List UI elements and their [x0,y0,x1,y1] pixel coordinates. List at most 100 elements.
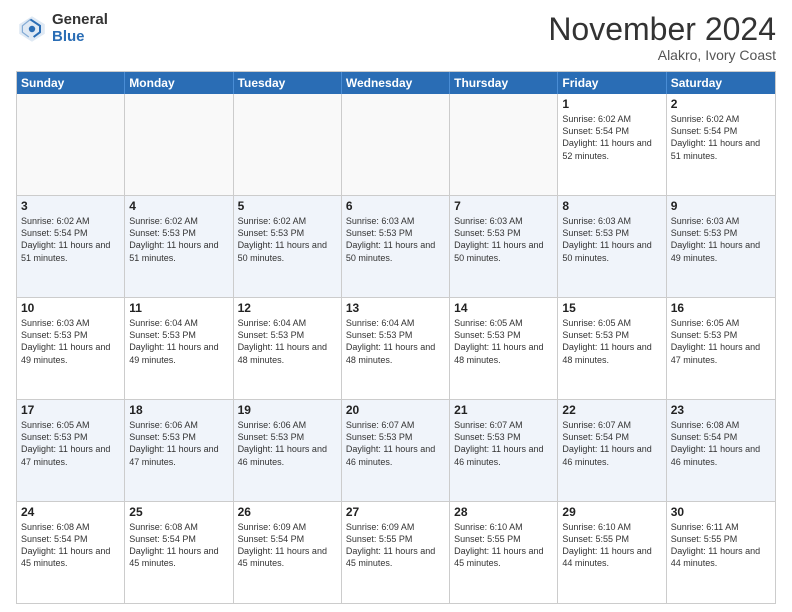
day-number: 7 [454,199,553,213]
cell-info: Sunrise: 6:05 AMSunset: 5:53 PMDaylight:… [454,317,553,366]
empty-cell [342,94,450,195]
day-cell-5: 5Sunrise: 6:02 AMSunset: 5:53 PMDaylight… [234,196,342,297]
cell-info: Sunrise: 6:02 AMSunset: 5:53 PMDaylight:… [238,215,337,264]
day-number: 2 [671,97,771,111]
day-cell-10: 10 Sunrise: 6:03 AMSunset: 5:53 PMDayligh… [17,298,125,399]
calendar: SundayMondayTuesdayWednesdayThursdayFrid… [16,71,776,604]
day-cell-30: 30Sunrise: 6:11 AMSunset: 5:55 PMDayligh… [667,502,775,603]
day-cell-3: 3Sunrise: 6:02 AMSunset: 5:54 PMDaylight… [17,196,125,297]
day-number: 29 [562,505,661,519]
cell-info: Sunrise: 6:10 AMSunset: 5:55 PMDaylight:… [454,521,553,570]
day-number: 4 [129,199,228,213]
cell-info: Sunrise: 6:07 AMSunset: 5:54 PMDaylight:… [562,419,661,468]
day-cell-26: 26 Sunrise: 6:09 AMSunset: 5:54 PMDayligh… [234,502,342,603]
day-cell-24: 24Sunrise: 6:08 AMSunset: 5:54 PMDayligh… [17,502,125,603]
day-number: 1 [562,97,661,111]
header: General Blue November 2024 Alakro, Ivory… [16,12,776,63]
logo-general: General [52,11,108,28]
cell-info: Sunrise: 6:08 AMSunset: 5:54 PMDaylight:… [671,419,771,468]
day-number: 10 [21,301,120,315]
header-day-tuesday: Tuesday [234,72,342,94]
day-cell-4: 4 Sunrise: 6:02 AMSunset: 5:53 PMDaylight… [125,196,233,297]
day-cell-22: 22 Sunrise: 6:07 AMSunset: 5:54 PMDayligh… [558,400,666,501]
day-cell-1: 1Sunrise: 6:02 AMSunset: 5:54 PMDaylight… [558,94,666,195]
logo: General Blue [16,12,108,45]
day-number: 23 [671,403,771,417]
calendar-week-1: 1 Sunrise: 6:02 AMSunset: 5:54 PMDaylight… [17,94,775,195]
day-cell-27: 27 Sunrise: 6:09 AMSunset: 5:55 PMDayligh… [342,502,450,603]
day-cell-11: 11 Sunrise: 6:04 AMSunset: 5:53 PMDayligh… [125,298,233,399]
day-cell-25: 25Sunrise: 6:08 AMSunset: 5:54 PMDayligh… [125,502,233,603]
calendar-week-4: 17Sunrise: 6:05 AMSunset: 5:53 PMDayligh… [17,399,775,501]
day-cell-2: 2 Sunrise: 6:02 AMSunset: 5:54 PMDaylight… [667,94,775,195]
day-cell-14: 14 Sunrise: 6:05 AMSunset: 5:53 PMDayligh… [450,298,558,399]
location: Alakro, Ivory Coast [548,47,776,63]
header-day-monday: Monday [125,72,233,94]
cell-info: Sunrise: 6:04 AMSunset: 5:53 PMDaylight:… [238,317,337,366]
day-cell-17: 17Sunrise: 6:05 AMSunset: 5:53 PMDayligh… [17,400,125,501]
cell-info: Sunrise: 6:08 AMSunset: 5:54 PMDaylight:… [129,521,228,570]
cell-info: Sunrise: 6:06 AMSunset: 5:53 PMDaylight:… [129,419,228,468]
cell-info: Sunrise: 6:04 AMSunset: 5:53 PMDaylight:… [346,317,445,366]
cell-info: Sunrise: 6:03 AMSunset: 5:53 PMDaylight:… [346,215,445,264]
day-cell-12: 12 Sunrise: 6:04 AMSunset: 5:53 PMDayligh… [234,298,342,399]
day-cell-16: 16 Sunrise: 6:05 AMSunset: 5:53 PMDayligh… [667,298,775,399]
day-cell-9: 9Sunrise: 6:03 AMSunset: 5:53 PMDaylight… [667,196,775,297]
day-cell-23: 23 Sunrise: 6:08 AMSunset: 5:54 PMDayligh… [667,400,775,501]
header-day-wednesday: Wednesday [342,72,450,94]
day-number: 18 [129,403,228,417]
day-cell-15: 15Sunrise: 6:05 AMSunset: 5:53 PMDayligh… [558,298,666,399]
title-area: November 2024 Alakro, Ivory Coast [548,12,776,63]
day-number: 30 [671,505,771,519]
empty-cell [450,94,558,195]
page: General Blue November 2024 Alakro, Ivory… [0,0,792,612]
cell-info: Sunrise: 6:07 AMSunset: 5:53 PMDaylight:… [454,419,553,468]
day-number: 20 [346,403,445,417]
empty-cell [234,94,342,195]
day-cell-29: 29 Sunrise: 6:10 AMSunset: 5:55 PMDayligh… [558,502,666,603]
day-number: 14 [454,301,553,315]
day-cell-20: 20Sunrise: 6:07 AMSunset: 5:53 PMDayligh… [342,400,450,501]
cell-info: Sunrise: 6:09 AMSunset: 5:55 PMDaylight:… [346,521,445,570]
day-cell-13: 13Sunrise: 6:04 AMSunset: 5:53 PMDayligh… [342,298,450,399]
cell-info: Sunrise: 6:02 AMSunset: 5:54 PMDaylight:… [671,113,771,162]
cell-info: Sunrise: 6:04 AMSunset: 5:53 PMDaylight:… [129,317,228,366]
day-cell-21: 21Sunrise: 6:07 AMSunset: 5:53 PMDayligh… [450,400,558,501]
cell-info: Sunrise: 6:10 AMSunset: 5:55 PMDaylight:… [562,521,661,570]
day-number: 26 [238,505,337,519]
day-number: 19 [238,403,337,417]
calendar-body: 1 Sunrise: 6:02 AMSunset: 5:54 PMDaylight… [17,94,775,603]
header-day-friday: Friday [558,72,666,94]
cell-info: Sunrise: 6:05 AMSunset: 5:53 PMDaylight:… [21,419,120,468]
logo-text: General Blue [52,12,108,45]
day-number: 8 [562,199,661,213]
cell-info: Sunrise: 6:03 AMSunset: 5:53 PMDaylight:… [21,317,120,366]
cell-info: Sunrise: 6:02 AMSunset: 5:53 PMDaylight:… [129,215,228,264]
day-cell-28: 28 Sunrise: 6:10 AMSunset: 5:55 PMDayligh… [450,502,558,603]
header-day-thursday: Thursday [450,72,558,94]
cell-info: Sunrise: 6:03 AMSunset: 5:53 PMDaylight:… [671,215,771,264]
cell-info: Sunrise: 6:06 AMSunset: 5:53 PMDaylight:… [238,419,337,468]
cell-info: Sunrise: 6:05 AMSunset: 5:53 PMDaylight:… [562,317,661,366]
day-cell-18: 18 Sunrise: 6:06 AMSunset: 5:53 PMDayligh… [125,400,233,501]
day-number: 22 [562,403,661,417]
day-number: 11 [129,301,228,315]
day-number: 28 [454,505,553,519]
day-cell-6: 6 Sunrise: 6:03 AMSunset: 5:53 PMDaylight… [342,196,450,297]
day-number: 24 [21,505,120,519]
day-cell-19: 19 Sunrise: 6:06 AMSunset: 5:53 PMDayligh… [234,400,342,501]
calendar-week-2: 3Sunrise: 6:02 AMSunset: 5:54 PMDaylight… [17,195,775,297]
day-number: 27 [346,505,445,519]
cell-info: Sunrise: 6:02 AMSunset: 5:54 PMDaylight:… [21,215,120,264]
cell-info: Sunrise: 6:09 AMSunset: 5:54 PMDaylight:… [238,521,337,570]
empty-cell [17,94,125,195]
day-number: 16 [671,301,771,315]
empty-cell [125,94,233,195]
cell-info: Sunrise: 6:05 AMSunset: 5:53 PMDaylight:… [671,317,771,366]
day-cell-7: 7Sunrise: 6:03 AMSunset: 5:53 PMDaylight… [450,196,558,297]
calendar-header: SundayMondayTuesdayWednesdayThursdayFrid… [17,72,775,94]
day-number: 6 [346,199,445,213]
day-cell-8: 8 Sunrise: 6:03 AMSunset: 5:53 PMDaylight… [558,196,666,297]
day-number: 12 [238,301,337,315]
cell-info: Sunrise: 6:03 AMSunset: 5:53 PMDaylight:… [562,215,661,264]
